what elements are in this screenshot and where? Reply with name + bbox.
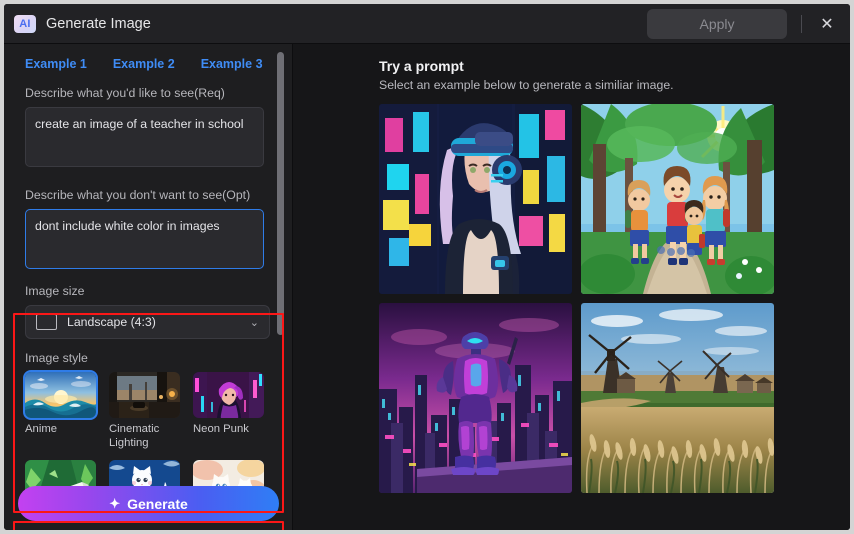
example-links: Example 1 Example 2 Example 3 — [25, 57, 274, 71]
image-size-value: Landscape (4:3) — [67, 315, 156, 329]
gallery-subtitle: Select an example below to generate a si… — [379, 78, 850, 92]
positive-prompt-input[interactable] — [25, 107, 264, 167]
style-name-cinematic-lighting: Cinematic Lighting — [109, 422, 180, 450]
style-cell-anime[interactable]: Anime — [25, 372, 96, 450]
image-size-dropdown[interactable]: Landscape (4:3) ⌄ — [25, 305, 270, 339]
negative-prompt-input[interactable] — [25, 209, 264, 269]
settings-scrollbar-track[interactable] — [281, 48, 288, 420]
chevron-down-icon: ⌄ — [250, 316, 259, 329]
example-image-cyber-girl[interactable] — [379, 104, 572, 294]
window-body: Example 1 Example 2 Example 3 Describe w… — [4, 44, 850, 530]
settings-content: Example 1 Example 2 Example 3 Describe w… — [4, 44, 292, 510]
window-title: Generate Image — [46, 16, 151, 32]
style-thumbnail-neon-punk[interactable] — [193, 372, 264, 418]
image-size-label: Image size — [25, 284, 274, 298]
positive-prompt-label: Describe what you'd like to see(Req) — [25, 86, 274, 100]
style-thumbnail-anime[interactable] — [25, 372, 96, 418]
titlebar: AI Generate Image Apply ✕ — [4, 4, 850, 44]
example-image-forest-kids[interactable] — [581, 104, 774, 294]
generate-button[interactable]: ✦ Generate — [18, 486, 279, 521]
sparkle-icon: ✦ — [109, 496, 120, 512]
example-image-wheat-windmills[interactable] — [581, 303, 774, 493]
titlebar-actions: Apply ✕ — [647, 9, 844, 39]
example-link-3[interactable]: Example 3 — [201, 57, 263, 71]
gallery-title: Try a prompt — [379, 58, 850, 74]
style-cell-cinematic-lighting[interactable]: Cinematic Lighting — [109, 372, 180, 450]
close-icon[interactable]: ✕ — [814, 11, 840, 37]
settings-scrollbar-thumb[interactable] — [277, 52, 284, 335]
style-cell-neon-punk[interactable]: Neon Punk — [193, 372, 264, 450]
generate-image-window: AI Generate Image Apply ✕ Example 1 Exam… — [4, 4, 850, 530]
titlebar-divider — [801, 15, 802, 33]
prompt-gallery-panel: Try a prompt Select an example below to … — [293, 44, 850, 530]
example-link-1[interactable]: Example 1 — [25, 57, 87, 71]
example-link-2[interactable]: Example 2 — [113, 57, 175, 71]
generate-button-label: Generate — [127, 496, 188, 512]
style-name-anime: Anime — [25, 422, 96, 436]
style-name-neon-punk: Neon Punk — [193, 422, 264, 436]
example-image-grid — [379, 104, 850, 493]
negative-prompt-label: Describe what you don't want to see(Opt) — [25, 188, 274, 202]
settings-panel: Example 1 Example 2 Example 3 Describe w… — [4, 44, 293, 530]
style-thumbnail-cinematic-lighting[interactable] — [109, 372, 180, 418]
ai-logo-icon: AI — [14, 15, 36, 33]
example-image-mech-city[interactable] — [379, 303, 572, 493]
image-style-label: Image style — [25, 351, 274, 365]
generate-button-wrap: ✦ Generate — [18, 486, 279, 521]
apply-button[interactable]: Apply — [647, 9, 787, 39]
landscape-ratio-icon — [36, 314, 57, 330]
